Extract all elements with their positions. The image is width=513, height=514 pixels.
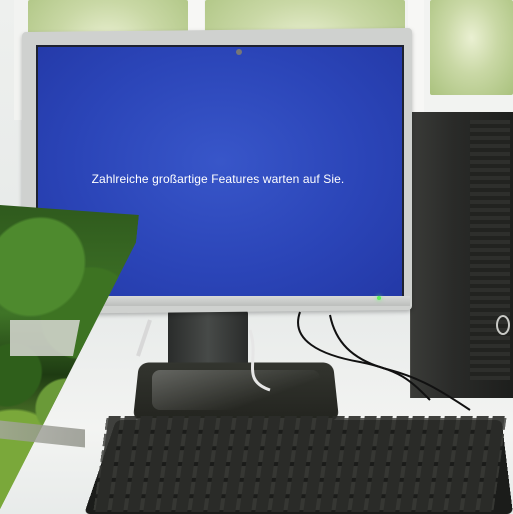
photo-scene: Zahlreiche großartige Features warten au… [0, 0, 513, 514]
cable [248, 329, 271, 392]
cable [329, 314, 471, 411]
garden-house [10, 320, 80, 356]
keyboard-keys [93, 416, 507, 512]
cable [136, 319, 152, 357]
cable [297, 311, 431, 401]
